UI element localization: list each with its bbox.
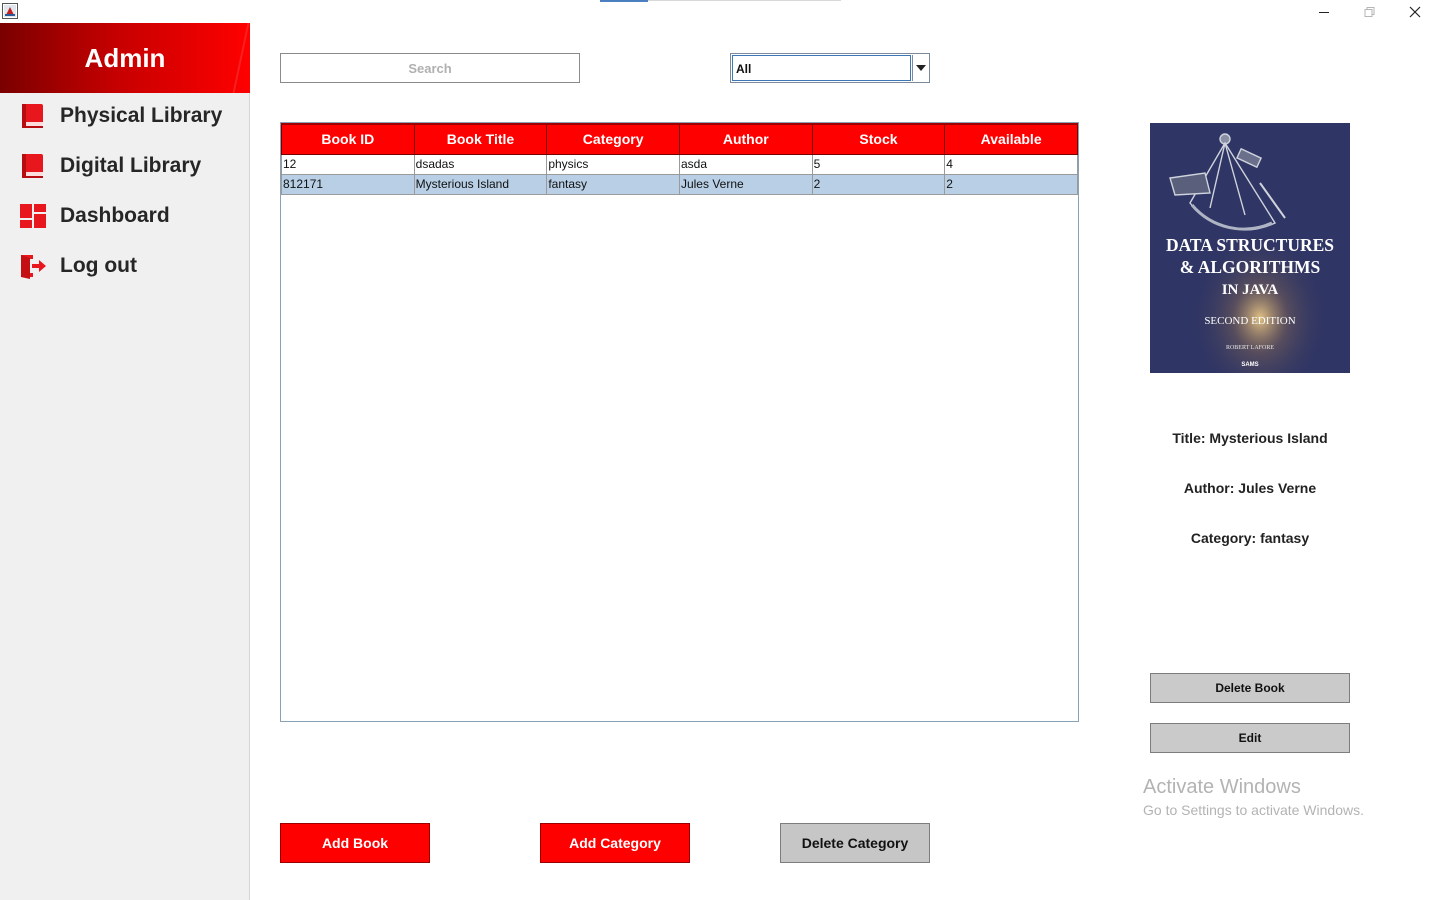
- book-detail-title: Title: Mysterious Island: [1172, 430, 1328, 446]
- cell-author[interactable]: Jules Verne: [678, 174, 813, 195]
- dropdown-arrow-button[interactable]: [912, 55, 929, 81]
- sidebar-header: Admin: [0, 23, 250, 93]
- column-header-stock[interactable]: Stock: [811, 123, 946, 155]
- chevron-down-icon: [916, 65, 926, 71]
- sidebar-item-label: Log out: [60, 254, 137, 277]
- column-header-author[interactable]: Author: [678, 123, 813, 155]
- add-book-button[interactable]: Add Book: [280, 823, 430, 863]
- sidebar: Admin Physical Library Digital Library D…: [0, 23, 250, 900]
- sidebar-item-log-out[interactable]: Log out: [0, 243, 250, 289]
- dashboard-icon: [20, 204, 46, 228]
- cover-title-line-3: IN JAVA: [1222, 282, 1279, 298]
- cell-stock[interactable]: 2: [811, 174, 946, 195]
- sidebar-item-label: Digital Library: [60, 154, 202, 177]
- cell-book-title[interactable]: Mysterious Island: [413, 174, 548, 195]
- book-detail-author: Author: Jules Verne: [1183, 480, 1317, 496]
- cover-title-line-2: & ALGORITHMS: [1180, 257, 1321, 277]
- cover-edition: SECOND EDITION: [1204, 315, 1295, 327]
- category-filter-dropdown[interactable]: All: [730, 53, 930, 83]
- cover-publisher: SAMS: [1241, 362, 1258, 368]
- books-table: Book ID Book Title Category Author Stock…: [281, 123, 1078, 195]
- book-cover-image: DATA STRUCTURES & ALGORITHMS IN JAVA SEC…: [1150, 123, 1350, 373]
- logout-icon: [21, 255, 46, 279]
- cover-author: ROBERT LAFORE: [1226, 345, 1274, 351]
- delete-book-button[interactable]: Delete Book: [1150, 673, 1350, 703]
- cell-available[interactable]: 4: [944, 154, 1078, 175]
- column-header-category[interactable]: Category: [546, 123, 680, 155]
- delete-category-button[interactable]: Delete Category: [780, 823, 930, 863]
- cell-book-id[interactable]: 812171: [281, 174, 415, 195]
- java-app-icon: [2, 3, 18, 19]
- cell-category[interactable]: fantasy: [546, 174, 680, 195]
- category-filter-value: All: [732, 55, 911, 81]
- sidebar-item-label: Physical Library: [60, 104, 223, 127]
- search-input[interactable]: [280, 53, 580, 83]
- table-row[interactable]: 12 dsadas physics asda 5 4: [281, 154, 1078, 175]
- cell-stock[interactable]: 5: [811, 154, 946, 175]
- cover-title-line-1: DATA STRUCTURES: [1166, 235, 1334, 255]
- focus-indicator-track: [648, 0, 841, 1]
- add-category-button[interactable]: Add Category: [540, 823, 690, 863]
- column-header-book-title[interactable]: Book Title: [413, 123, 548, 155]
- restore-icon: [1364, 6, 1375, 17]
- book-cover-art: DATA STRUCTURES & ALGORITHMS IN JAVA SEC…: [1150, 123, 1350, 373]
- sidebar-item-digital-library[interactable]: Digital Library: [0, 143, 250, 189]
- close-button[interactable]: [1392, 0, 1438, 23]
- cell-author[interactable]: asda: [678, 154, 813, 175]
- sidebar-item-physical-library[interactable]: Physical Library: [0, 93, 250, 139]
- book-detail-category: Category: fantasy: [1190, 530, 1310, 546]
- cell-category[interactable]: physics: [546, 154, 680, 175]
- books-table-scrollpane[interactable]: Book ID Book Title Category Author Stock…: [280, 122, 1079, 722]
- edit-button[interactable]: Edit: [1150, 723, 1350, 753]
- table-row-selected[interactable]: 812171 Mysterious Island fantasy Jules V…: [281, 174, 1078, 195]
- column-header-available[interactable]: Available: [944, 123, 1078, 155]
- sidebar-title: Admin: [84, 42, 166, 73]
- maximize-button[interactable]: [1346, 0, 1392, 23]
- book-icon: [22, 154, 43, 178]
- cell-available[interactable]: 2: [944, 174, 1078, 195]
- minimize-icon: [1319, 11, 1329, 13]
- activate-windows-watermark-title: Activate Windows: [1143, 776, 1301, 798]
- sidebar-item-label: Dashboard: [60, 204, 170, 227]
- book-icon: [22, 104, 43, 128]
- table-header-row: Book ID Book Title Category Author Stock…: [281, 123, 1078, 155]
- cell-book-id[interactable]: 12: [281, 154, 415, 175]
- library-admin-window: Admin Physical Library Digital Library D…: [0, 0, 1440, 900]
- minimize-button[interactable]: [1301, 0, 1347, 23]
- activate-windows-watermark-subtitle: Go to Settings to activate Windows.: [1143, 802, 1364, 818]
- cell-book-title[interactable]: dsadas: [413, 154, 548, 175]
- focus-indicator: [600, 0, 648, 2]
- column-header-book-id[interactable]: Book ID: [281, 123, 415, 155]
- close-icon: [1409, 6, 1421, 17]
- title-bar: [0, 0, 1440, 23]
- sidebar-item-dashboard[interactable]: Dashboard: [0, 193, 250, 239]
